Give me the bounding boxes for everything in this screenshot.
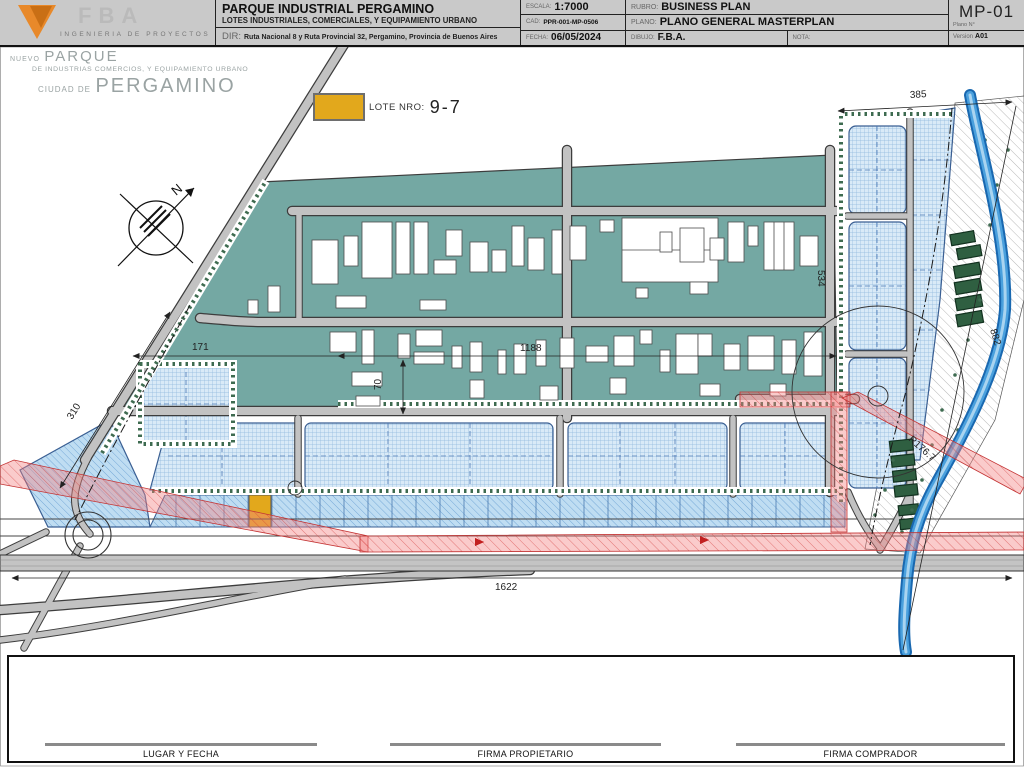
island-lot <box>139 363 234 445</box>
signature-line-owner <box>390 743 661 746</box>
signature-label-buyer: FIRMA COMPRADOR <box>823 749 918 759</box>
cad-label: CAD: <box>526 19 541 26</box>
plano-value: PLANO GENERAL MASTERPLAN <box>659 16 835 29</box>
brand-tagline: INGENIERIA DE PROYECTOS <box>60 31 211 38</box>
address-row: DIR: Ruta Nacional 8 y Ruta Provincial 32… <box>216 27 520 42</box>
brand-name: FBA <box>78 3 145 28</box>
project-watermark: NUEVO PARQUE DE INDUSTRIAS COMERCIOS, Y … <box>10 49 248 96</box>
sheet-code: MP-01 <box>958 2 1015 21</box>
highway <box>0 554 1024 572</box>
dim-385: 385 <box>910 89 928 101</box>
plano-label: PLANO: <box>631 18 657 26</box>
watermark-prefix2: CIUDAD DE <box>38 84 92 94</box>
dim-70: 70 <box>373 378 384 390</box>
dim-534: 534 <box>815 270 826 287</box>
plan-cell: RUBRO: BUSINESS PLAN PLANO: PLANO GENERAL … <box>625 0 948 45</box>
masterplan-sheet: 1188 171 70 385 534 882 310 1622 R176.7 … <box>0 0 1024 768</box>
signature-label-place-date: LUGAR Y FECHA <box>142 749 220 759</box>
project-subtitle: LOTES INDUSTRIALES, COMERCIALES, Y EQUIP… <box>222 16 478 25</box>
version-value: A01 <box>975 33 988 40</box>
site-plan-drawing: 1188 171 70 385 534 882 310 1622 R176.7 … <box>0 0 1024 768</box>
date-value: 06/05/2024 <box>551 32 602 44</box>
project-title: PARQUE INDUSTRIAL PERGAMINO <box>222 2 435 16</box>
legend-lot-number: 9-7 <box>429 96 462 117</box>
project-cell: PARQUE INDUSTRIAL PERGAMINO LOTES INDUST… <box>215 0 520 45</box>
legend-label: LOTE NRO: <box>369 101 425 113</box>
version-row: Version A01 <box>949 30 1024 40</box>
signature-line-place-date <box>45 743 317 746</box>
nota-label: NOTA: <box>792 34 811 41</box>
dibujo-value: F.B.A. <box>657 32 686 44</box>
watermark-title1: PARQUE <box>44 48 119 65</box>
dim-1188: 1188 <box>520 343 542 354</box>
date-label: FECHA: <box>526 34 549 41</box>
company-logo-inner-icon <box>30 6 52 28</box>
address-value: Ruta Nacional 8 y Ruta Provincial 32, Pe… <box>244 34 498 41</box>
meta-cell: ESCALA: 1:7000 CAD: PPR-001-MP-0506 FECHA:… <box>520 0 625 45</box>
scale-label: ESCALA: <box>526 4 552 11</box>
rubro-label: RUBRO: <box>631 3 659 11</box>
signature-label-owner: FIRMA PROPIETARIO <box>477 749 574 759</box>
signature-box: LUGAR Y FECHA FIRMA PROPIETARIO FIRMA CO… <box>7 655 1015 763</box>
cad-value: PPR-001-MP-0506 <box>543 18 599 26</box>
signature-line-buyer <box>736 743 1005 746</box>
watermark-title2: PERGAMINO <box>95 74 236 97</box>
dim-1622: 1622 <box>495 582 518 593</box>
watermark-prefix1: NUEVO <box>10 56 40 63</box>
sheet-number-label: Plano N° <box>953 22 975 28</box>
address-label: DIR: <box>222 31 241 42</box>
title-block: FBA INGENIERIA DE PROYECTOS PARQUE INDUS… <box>0 0 1024 47</box>
dim-171: 171 <box>192 342 209 353</box>
rubro-value: BUSINESS PLAN <box>661 1 751 14</box>
lot-legend: LOTE NRO: 9-7 <box>313 93 462 121</box>
lot-color-swatch <box>313 93 365 121</box>
sheet-code-cell: MP-01 Plano N° Version A01 <box>948 0 1024 45</box>
version-label: Version <box>953 34 974 40</box>
logo-cell: FBA INGENIERIA DE PROYECTOS <box>0 0 215 45</box>
dibujo-label: DIBUJO: <box>631 34 655 41</box>
watermark-line2: DE INDUSTRIAS COMERCIOS, Y EQUIPAMIENTO … <box>32 66 249 73</box>
scale-value: 1:7000 <box>554 1 589 14</box>
